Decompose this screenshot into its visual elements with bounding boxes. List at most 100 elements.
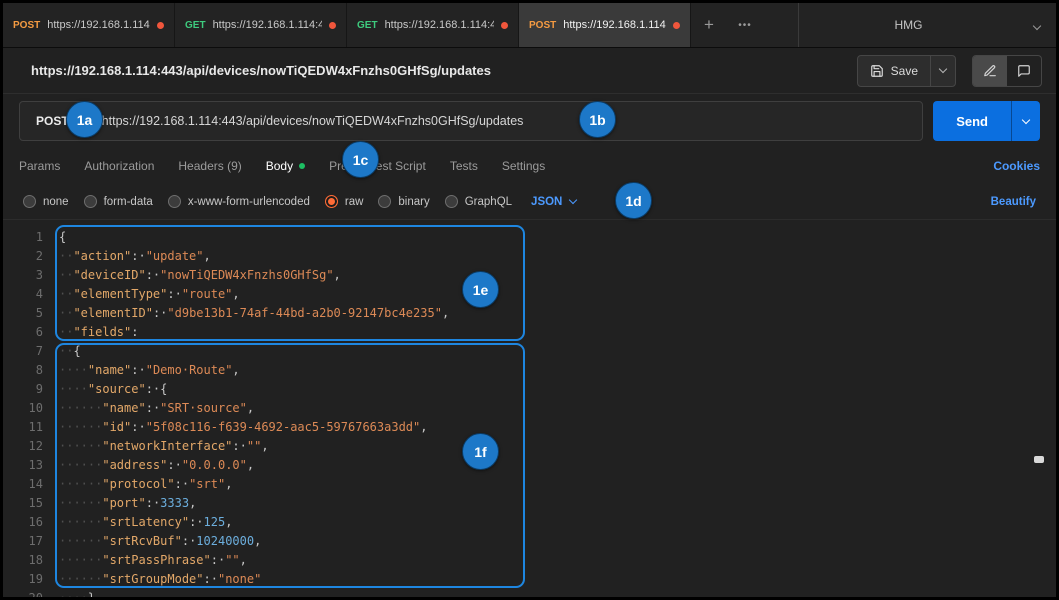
editor-line: 4··"elementType":·"route", [3,285,1056,304]
body-type-none[interactable]: none [23,195,69,208]
body-type-form-data[interactable]: form-data [84,195,153,208]
editor-line: 5··"elementID":·"d9be13b1-74af-44bd-a2b0… [3,304,1056,323]
unsaved-dot-icon [157,22,164,29]
tab-label: Settings [502,159,545,173]
environment-name: HMG [799,18,1018,32]
save-button-group: Save [857,55,956,87]
body-type-raw[interactable]: raw [325,195,364,208]
comment-button[interactable] [1007,56,1041,86]
tab-body[interactable]: Body [266,159,305,173]
annotation-badge-1e: 1e [462,271,499,308]
chevron-down-icon [569,196,577,204]
radio-icon [378,195,391,208]
tab-label: Tests [450,159,478,173]
save-options-button[interactable] [930,56,955,86]
tab-url-label: https://192.168.1.114:44 [385,19,494,31]
request-tabs: Params Authorization Headers (9) Body Pr… [3,148,1056,184]
url-box: POST https://192.168.1.114:443/api/devic… [19,101,923,141]
environment-selector[interactable]: HMG [798,3,1056,47]
save-button[interactable]: Save [858,56,930,86]
body-type-binary[interactable]: binary [378,195,429,208]
new-tab-button[interactable]: + [691,3,727,47]
tab-params[interactable]: Params [19,159,60,173]
body-type-urlencoded[interactable]: x-www-form-urlencoded [168,195,310,208]
save-label: Save [891,64,918,78]
tab-url-label: https://192.168.1.114:4 [47,19,150,31]
editor-line: 11······"id":·"5f08c116-f639-4692-aac5-5… [3,418,1056,437]
url-input[interactable]: https://192.168.1.114:443/api/devices/no… [102,114,923,128]
request-tab-1[interactable]: POST https://192.168.1.114:4 [3,3,175,47]
chevron-down-icon [939,65,947,73]
pencil-icon [983,64,997,78]
editor-line: 13······"address":·"0.0.0.0", [3,456,1056,475]
editor-line: 20····} [3,589,1056,597]
editor-line: 16······"srtLatency":·125, [3,513,1056,532]
option-label: form-data [104,196,153,208]
beautify-link[interactable]: Beautify [991,196,1036,208]
editor-line: 18······"srtPassPhrase":·"", [3,551,1056,570]
option-label: binary [398,196,429,208]
tab-method-label: GET [185,20,206,31]
editor-line: 6··"fields": [3,323,1056,342]
body-type-graphql[interactable]: GraphQL [445,195,512,208]
tab-method-label: POST [13,20,40,31]
tab-url-label: https://192.168.1.114:4 [563,19,666,31]
editor-line: 3··"deviceID":·"nowTiQEDW4xFnzhs0GHfSg", [3,266,1056,285]
request-header: https://192.168.1.114:443/api/devices/no… [3,48,1056,94]
scrollbar-thumb[interactable] [1034,456,1044,463]
request-tab-2[interactable]: GET https://192.168.1.114:44 [175,3,347,47]
tab-options-button[interactable]: ••• [727,3,763,47]
chevron-down-icon [1022,115,1030,123]
unsaved-dot-icon [673,22,680,29]
unsaved-dot-icon [329,22,336,29]
option-label: x-www-form-urlencoded [188,196,310,208]
annotation-badge-1f: 1f [462,433,499,470]
url-bar: POST https://192.168.1.114:443/api/devic… [3,94,1056,148]
annotation-badge-1b: 1b [579,101,616,138]
body-editor[interactable]: 1{2··"action":·"update",3··"deviceID":·"… [3,220,1056,597]
unsaved-dot-icon [501,22,508,29]
header-icon-group [972,55,1042,87]
body-content-dot-icon [299,163,305,169]
annotation-badge-1c: 1c [342,141,379,178]
body-type-bar: none form-data x-www-form-urlencoded raw… [3,184,1056,220]
radio-selected-icon [325,195,338,208]
annotation-badge-1a: 1a [66,101,103,138]
tab-settings[interactable]: Settings [502,159,545,173]
postman-window: POST https://192.168.1.114:4 GET https:/… [3,3,1056,597]
radio-icon [84,195,97,208]
annotation-badge-1d: 1d [615,182,652,219]
send-button[interactable]: Send [933,101,1011,141]
send-options-button[interactable] [1011,101,1040,141]
editor-line: 8····"name":·"Demo·Route", [3,361,1056,380]
cookies-link[interactable]: Cookies [993,159,1040,173]
option-label: raw [345,196,364,208]
editor-line: 2··"action":·"update", [3,247,1056,266]
save-icon [870,64,884,78]
edit-button[interactable] [973,56,1007,86]
editor-line: 9····"source":·{ [3,380,1056,399]
tab-headers[interactable]: Headers (9) [178,159,241,173]
tab-label: Body [266,159,293,173]
option-label: none [43,196,69,208]
chevron-down-icon [1018,18,1056,32]
editor-line: 17······"srtRcvBuf":·10240000, [3,532,1056,551]
editor-line: 15······"port":·3333, [3,494,1056,513]
request-tab-4-active[interactable]: POST https://192.168.1.114:4 [519,3,691,47]
comment-icon [1017,64,1031,78]
tab-url-label: https://192.168.1.114:44 [213,19,322,31]
editor-line: 19······"srtGroupMode":·"none" [3,570,1056,589]
tab-tests[interactable]: Tests [450,159,478,173]
editor-lines: 1{2··"action":·"update",3··"deviceID":·"… [3,228,1056,597]
radio-icon [23,195,36,208]
language-label: JSON [531,196,562,208]
editor-line: 14······"protocol":·"srt", [3,475,1056,494]
tab-method-label: POST [529,20,556,31]
tab-label: Authorization [84,159,154,173]
method-label: POST [36,114,69,128]
tab-authorization[interactable]: Authorization [84,159,154,173]
radio-icon [168,195,181,208]
language-select[interactable]: JSON [531,196,576,208]
option-label: GraphQL [465,196,512,208]
request-tab-3[interactable]: GET https://192.168.1.114:44 [347,3,519,47]
